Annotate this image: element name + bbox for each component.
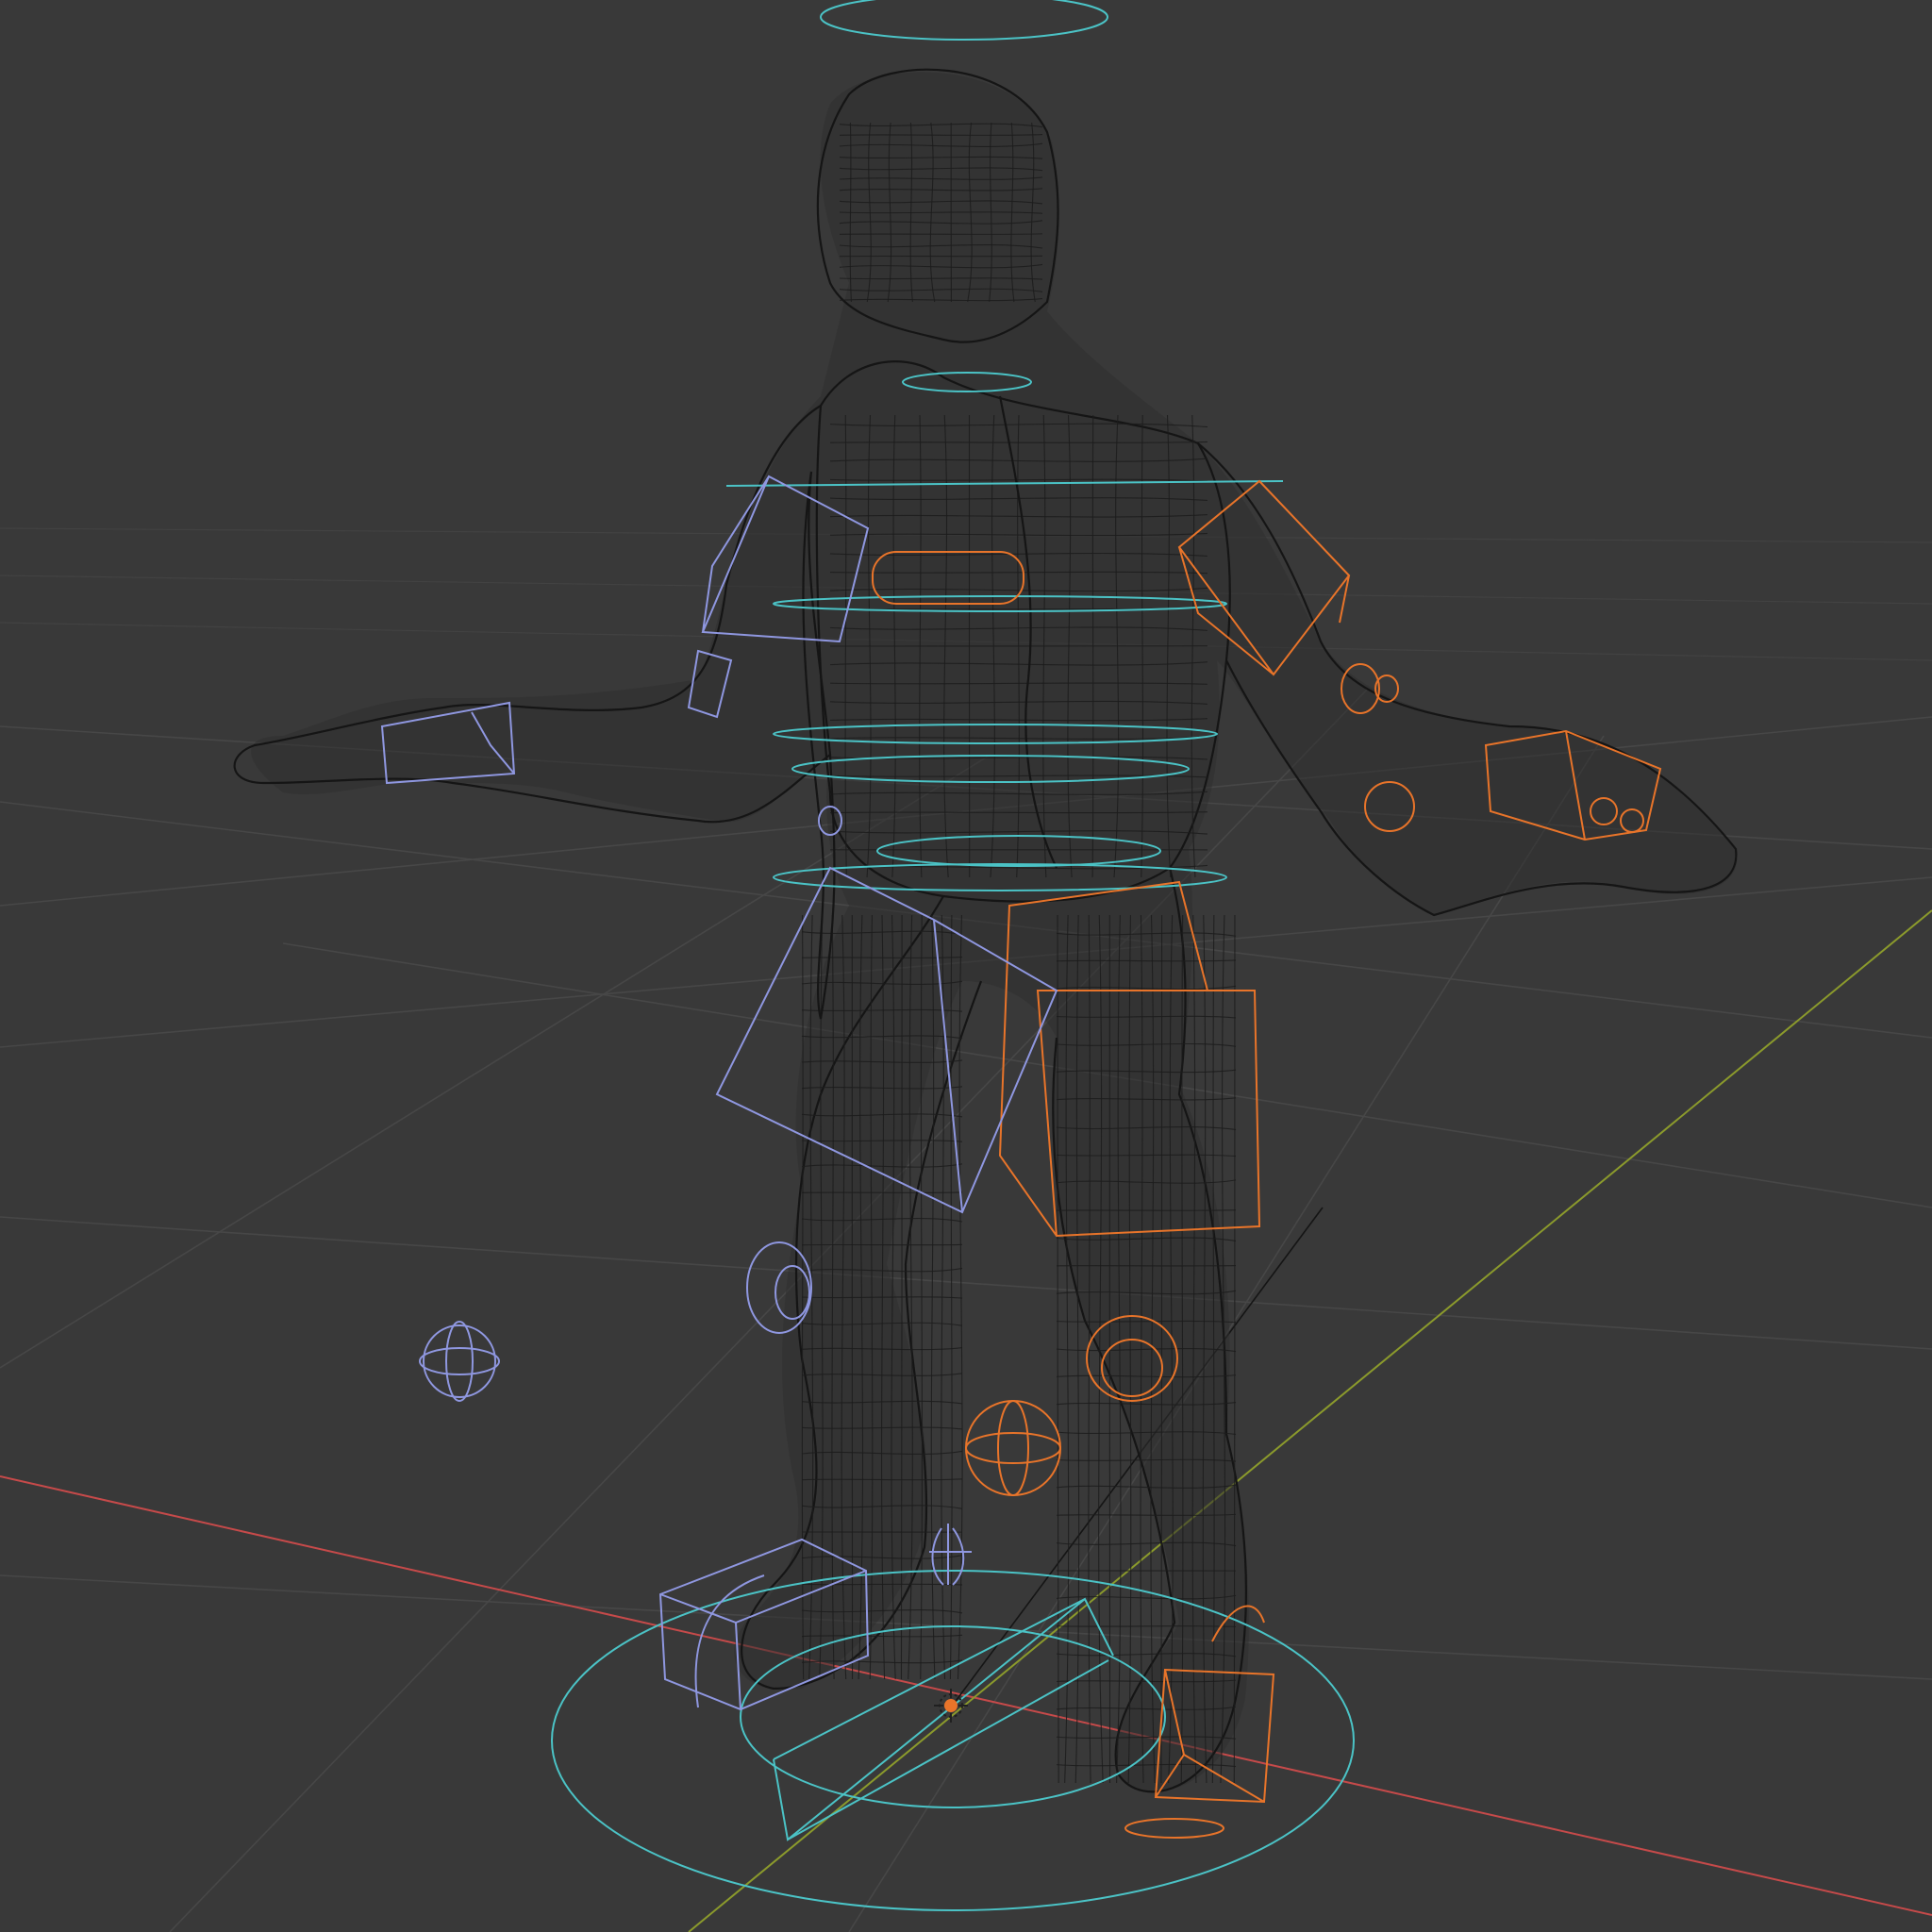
mesh-contour <box>900 914 903 1680</box>
mesh-contour <box>1056 959 1237 962</box>
knee-pole-l-ring-v[interactable] <box>997 1400 1029 1496</box>
character-wireframe-mesh[interactable] <box>233 68 1738 1793</box>
knee-pole-r-ring[interactable] <box>419 1347 500 1375</box>
mesh-contour <box>829 441 1208 443</box>
mesh-contour <box>801 1191 963 1193</box>
mesh-silhouette <box>251 72 1738 1792</box>
mesh-contour <box>1091 414 1094 878</box>
toe-r-cross[interactable] <box>929 1524 972 1586</box>
mesh-contour <box>1233 914 1236 1784</box>
head-control-ring[interactable] <box>820 0 1108 41</box>
heel-l-ring[interactable] <box>1124 1818 1224 1839</box>
3d-viewport[interactable] <box>0 0 1932 1932</box>
knee-pole-l[interactable] <box>965 1400 1061 1496</box>
mesh-contour <box>957 914 963 1680</box>
mesh-contour <box>839 233 1043 235</box>
knee-pole-r[interactable] <box>423 1324 496 1398</box>
mesh-contour <box>1056 1625 1237 1627</box>
knee-pole-l-ring[interactable] <box>965 1432 1061 1464</box>
mesh-contour <box>1160 914 1163 1784</box>
mesh-contour <box>1056 1209 1237 1211</box>
knee-pole-r-ring-v[interactable] <box>445 1321 474 1402</box>
